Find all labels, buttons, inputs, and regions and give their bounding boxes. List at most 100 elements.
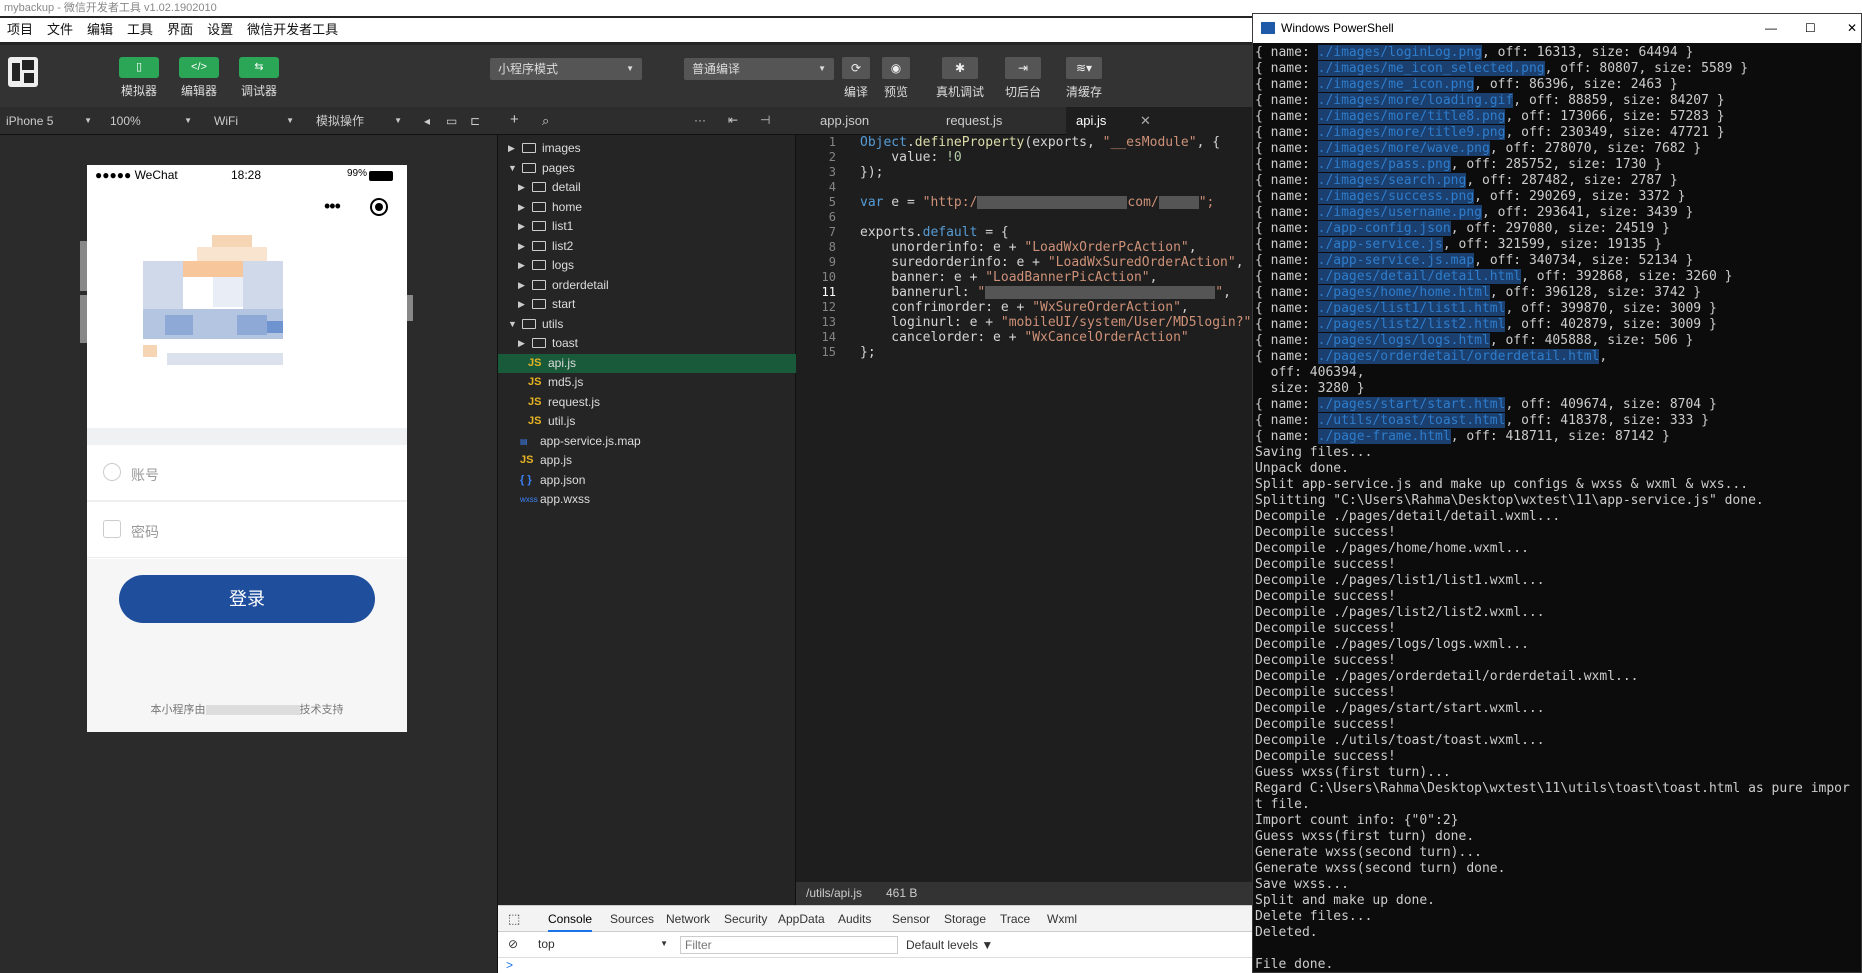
close-icon[interactable]: ✕	[1847, 14, 1857, 43]
clear-cache-button[interactable]: ≋▾ 清缓存	[1060, 57, 1108, 100]
menu-project[interactable]: 项目	[0, 18, 40, 42]
volume-icon[interactable]: ◂	[424, 107, 430, 135]
file-tree-toolbar: + ⌕ ··· ⇤ ⊣	[498, 107, 796, 135]
tab-app-json[interactable]: app.json	[810, 107, 879, 135]
tree-folder[interactable]: ▶ orderdetail	[498, 276, 796, 295]
tab-appdata[interactable]: AppData	[778, 906, 825, 932]
remote-debug-button[interactable]: ✱ 真机调试	[932, 57, 988, 100]
add-icon[interactable]: +	[510, 111, 519, 128]
close-icon[interactable]: ✕	[1140, 113, 1151, 128]
collapse-icon[interactable]: ⇤	[728, 113, 738, 127]
sidebar-icon[interactable]: ⊣	[760, 113, 770, 127]
chevron-down-icon[interactable]: ▼	[508, 159, 517, 178]
preview-button[interactable]: ◉ 预览	[876, 57, 916, 100]
tree-folder[interactable]: ▼ pages	[498, 159, 796, 178]
network-value: WiFi	[214, 114, 238, 128]
tree-folder[interactable]: ▶ home	[498, 198, 796, 217]
zoom-select[interactable]: 100% ▼	[110, 107, 192, 135]
chevron-down-icon[interactable]: ▼	[508, 315, 517, 334]
tree-file[interactable]: JS api.js	[498, 353, 796, 373]
background-button[interactable]: ⇥ 切后台	[998, 57, 1048, 100]
compile-button[interactable]: ⟳ 编译	[836, 57, 876, 100]
chevron-right-icon[interactable]: ▶	[518, 217, 525, 236]
chevron-right-icon[interactable]: ▶	[518, 178, 525, 197]
tree-file[interactable]: JS app.js	[498, 451, 796, 470]
inspect-icon[interactable]: ⬚	[508, 906, 520, 932]
levels-select[interactable]: Default levels ▼	[906, 938, 993, 952]
menu-edit[interactable]: 编辑	[80, 18, 120, 42]
menu-devtools[interactable]: 微信开发者工具	[240, 18, 345, 42]
menu-tools[interactable]: 工具	[120, 18, 160, 42]
console-prompt[interactable]: >	[506, 958, 513, 972]
file-path-highlight: ./pages/list1/list1.html	[1317, 301, 1506, 316]
rotate-icon[interactable]: ▭	[446, 107, 457, 135]
console-line: { name: ./images/search.png, off: 287482…	[1255, 173, 1678, 188]
compile-mode-select[interactable]: 普通编译 ▼	[684, 58, 834, 80]
tree-file[interactable]: JS md5.js	[498, 373, 796, 392]
chevron-right-icon[interactable]: ▶	[518, 295, 525, 314]
more-icon[interactable]: ···	[694, 113, 706, 127]
tab-request-js[interactable]: request.js	[936, 107, 1012, 135]
tab-sensor[interactable]: Sensor	[892, 906, 930, 932]
chevron-right-icon[interactable]: ▶	[508, 139, 515, 158]
tab-console[interactable]: Console	[548, 906, 593, 932]
map-file-icon: ▤	[520, 436, 528, 446]
tab-audits[interactable]: Audits	[838, 906, 871, 932]
tab-api-js[interactable]: api.js ✕	[1066, 107, 1252, 135]
file-path-highlight: ./app-service.js.map	[1317, 253, 1475, 268]
network-select[interactable]: WiFi ▼	[214, 107, 294, 135]
tab-security[interactable]: Security	[724, 906, 767, 932]
tree-folder[interactable]: ▶ logs	[498, 256, 796, 275]
chevron-right-icon[interactable]: ▶	[518, 237, 525, 256]
device-select[interactable]: iPhone 5 ▼	[6, 107, 92, 135]
operation-select[interactable]: 模拟操作 ▼	[316, 107, 402, 135]
more-icon[interactable]: •••	[324, 196, 341, 217]
tree-file[interactable]: JS request.js	[498, 393, 796, 412]
menu-interface[interactable]: 界面	[160, 18, 200, 42]
chevron-right-icon[interactable]: ▶	[518, 276, 525, 295]
context-select[interactable]: top ▼	[534, 932, 672, 956]
account-field[interactable]: 账号	[87, 445, 407, 501]
chevron-right-icon[interactable]: ▶	[518, 198, 525, 217]
file-path-highlight: ./images/pass.png	[1317, 157, 1451, 172]
js-file-icon: JS	[528, 395, 542, 408]
close-miniprogram-icon[interactable]	[370, 198, 388, 216]
console-filter-input[interactable]	[680, 936, 898, 954]
editor-toggle-button[interactable]: </> 编辑器	[176, 57, 222, 99]
tree-folder[interactable]: ▶ list2	[498, 237, 796, 256]
tab-trace[interactable]: Trace	[1000, 906, 1030, 932]
clock-text: 18:28	[231, 168, 262, 182]
detach-icon[interactable]: ⊏	[470, 107, 480, 135]
tree-folder[interactable]: ▶ images	[498, 139, 796, 158]
code-line: unorderinfo: e + "LoadWxOrderPcAction",	[860, 240, 1197, 255]
chevron-right-icon[interactable]: ▶	[518, 334, 525, 353]
menu-file[interactable]: 文件	[40, 18, 80, 42]
tree-folder[interactable]: ▶ list1	[498, 217, 796, 236]
chevron-right-icon[interactable]: ▶	[518, 256, 525, 275]
tree-file[interactable]: wxss app.wxss	[498, 490, 796, 509]
maximize-icon[interactable]: ☐	[1805, 14, 1816, 43]
tree-folder[interactable]: ▼ utils	[498, 315, 796, 334]
password-field[interactable]: 密码	[87, 502, 407, 558]
tree-folder[interactable]: ▶ start	[498, 295, 796, 314]
simulator-toggle-button[interactable]: ▯ 模拟器	[116, 57, 162, 99]
tree-file[interactable]: ▤ app-service.js.map	[498, 432, 796, 451]
tree-folder[interactable]: ▶ toast	[498, 334, 796, 353]
block-icon[interactable]: ⊘	[508, 937, 518, 951]
tab-sources[interactable]: Sources	[610, 906, 654, 932]
tab-storage[interactable]: Storage	[944, 906, 986, 932]
tree-file[interactable]: JS util.js	[498, 412, 796, 431]
menu-settings[interactable]: 设置	[200, 18, 240, 42]
search-icon[interactable]: ⌕	[542, 113, 549, 129]
debugger-toggle-button[interactable]: ⇆ 调试器	[236, 57, 282, 99]
login-button[interactable]: 登录	[119, 575, 375, 623]
minimize-icon[interactable]: —	[1765, 14, 1777, 43]
tab-wxml[interactable]: Wxml	[1047, 906, 1077, 932]
tree-file[interactable]: { } app.json	[498, 471, 796, 490]
code-editor[interactable]: 1 2 3 4 5 6 7 8 9 10 11 12 13 14 15 Obje…	[796, 135, 1252, 882]
mode-select[interactable]: 小程序模式 ▼	[490, 58, 642, 80]
avatar[interactable]	[8, 57, 38, 87]
powershell-output[interactable]: { name: ./images/loginLog.png, off: 1631…	[1255, 45, 1861, 972]
tab-network[interactable]: Network	[666, 906, 710, 932]
tree-folder[interactable]: ▶ detail	[498, 178, 796, 197]
